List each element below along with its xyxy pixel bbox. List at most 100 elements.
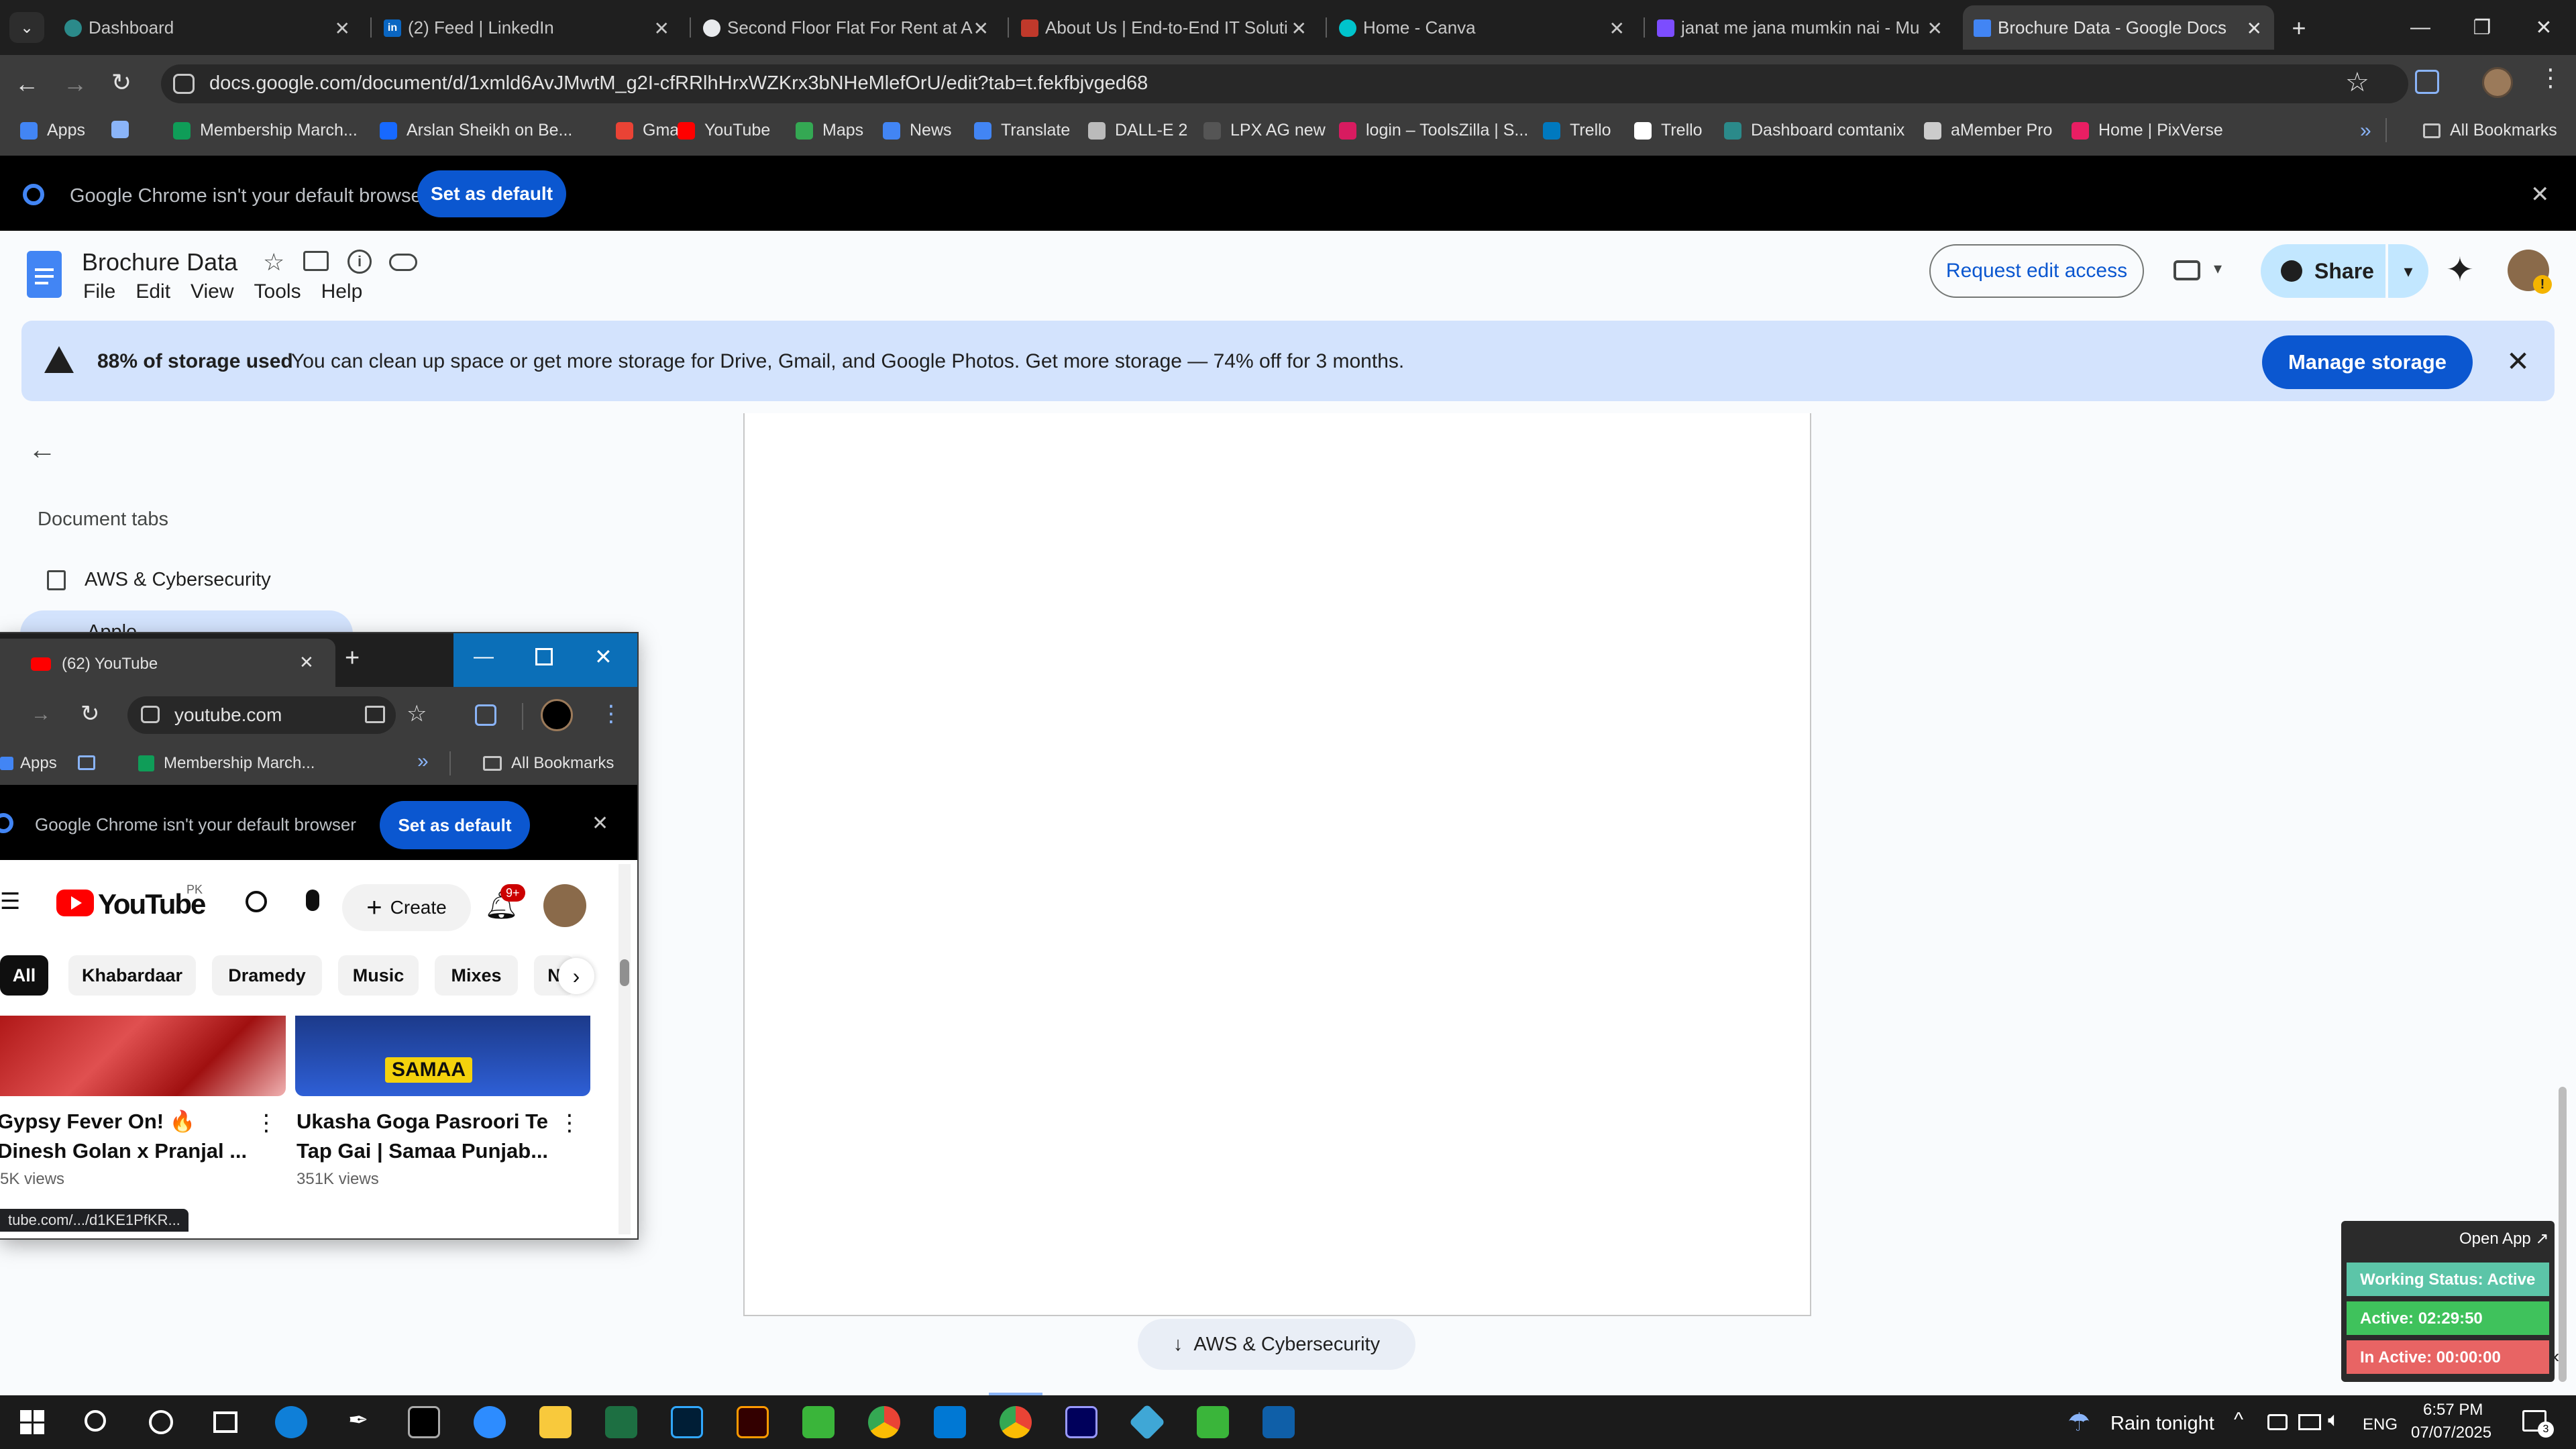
video-more-options-icon[interactable]: ⋮ <box>558 1110 581 1136</box>
tab-groups-icon[interactable] <box>78 755 95 770</box>
bookmark-item[interactable]: News <box>883 121 952 140</box>
task-view-icon[interactable] <box>213 1411 237 1433</box>
site-info-icon[interactable] <box>173 74 195 94</box>
illustrator-icon[interactable] <box>737 1406 769 1438</box>
bookmark-item[interactable]: Translate <box>974 121 1070 140</box>
bookmark-item[interactable]: LPX AG new <box>1203 121 1326 140</box>
show-hidden-icons-icon[interactable]: ^ <box>2234 1409 2243 1432</box>
browser-tab-canva[interactable]: Home - Canva ✕ <box>1328 5 1637 50</box>
extensions-icon[interactable] <box>475 704 496 726</box>
green-app-2-icon[interactable] <box>1197 1406 1229 1438</box>
bookmark-item[interactable]: login – ToolsZilla | S... <box>1339 121 1528 140</box>
terminal-icon[interactable] <box>408 1406 440 1438</box>
more-bookmarks-chevron-icon[interactable]: » <box>2360 119 2371 142</box>
edge-icon[interactable] <box>275 1406 307 1438</box>
bookmark-apps[interactable]: Apps <box>0 754 57 773</box>
yt-browser-tab[interactable]: (62) YouTube ✕ <box>0 639 335 687</box>
move-to-drive-icon[interactable] <box>303 251 329 271</box>
browser-tab-video[interactable]: janat me jana mumkin nai - Mu ✕ <box>1646 5 1955 50</box>
menu-help[interactable]: Help <box>321 280 363 303</box>
set-as-default-button[interactable]: Set as default <box>380 801 530 849</box>
chip-khabardaar[interactable]: Khabardaar <box>68 955 196 996</box>
maximize-icon[interactable] <box>535 648 553 665</box>
account-avatar[interactable]: ! <box>2508 250 2552 294</box>
close-tab-icon[interactable]: ✕ <box>654 17 669 40</box>
forward-arrow-icon[interactable]: → <box>31 703 51 726</box>
bookmark-item[interactable] <box>111 121 138 138</box>
minimize-window-button[interactable]: — <box>2390 0 2451 55</box>
search-icon[interactable] <box>246 891 267 912</box>
set-as-default-button[interactable]: Set as default <box>417 170 566 217</box>
video-thumbnail[interactable] <box>0 1016 286 1096</box>
site-info-icon[interactable] <box>141 706 160 723</box>
document-page[interactable] <box>743 413 1811 1316</box>
youtube-logo-icon[interactable] <box>56 890 94 916</box>
profile-avatar[interactable] <box>2482 67 2513 98</box>
bookmark-item[interactable]: aMember Pro <box>1924 121 2052 140</box>
chip-music[interactable]: Music <box>338 955 419 996</box>
meet-video-icon[interactable] <box>2174 260 2200 280</box>
create-button[interactable]: + Create <box>342 884 471 931</box>
close-tab-icon[interactable]: ✕ <box>335 17 350 40</box>
language-indicator[interactable]: ENG <box>2363 1415 2398 1434</box>
zoom-icon[interactable] <box>474 1406 506 1438</box>
chrome-active-icon[interactable] <box>1000 1406 1032 1438</box>
browser-tab-dashboard[interactable]: Dashboard ✕ <box>54 5 362 50</box>
file-explorer-icon[interactable] <box>539 1406 572 1438</box>
video-more-options-icon[interactable]: ⋮ <box>255 1110 278 1136</box>
open-app-link[interactable]: Open App ↗ <box>2459 1229 2549 1248</box>
request-edit-access-button[interactable]: Request edit access <box>1929 244 2144 298</box>
all-bookmarks-folder[interactable]: All Bookmarks <box>2423 121 2557 140</box>
manage-storage-button[interactable]: Manage storage <box>2262 335 2473 389</box>
video-thumbnail[interactable]: SAMAA <box>295 1016 590 1096</box>
bookmark-item[interactable]: DALL-E 2 <box>1088 121 1187 140</box>
google-docs-logo-icon[interactable] <box>27 251 62 298</box>
youtube-avatar[interactable] <box>543 884 586 927</box>
search-icon[interactable] <box>85 1410 106 1432</box>
document-title[interactable]: Brochure Data <box>82 248 237 276</box>
bookmark-item[interactable]: Trello <box>1634 121 1703 140</box>
more-menu-icon[interactable]: ⋮ <box>2538 66 2563 90</box>
vscode-icon[interactable] <box>934 1406 966 1438</box>
close-window-button[interactable]: ✕ <box>2513 0 2575 55</box>
extensions-icon[interactable] <box>2415 70 2439 94</box>
chip-mixes[interactable]: Mixes <box>435 955 518 996</box>
meet-dropdown-icon[interactable]: ▾ <box>2214 259 2222 278</box>
share-button[interactable]: Share <box>2261 244 2385 298</box>
bookmark-star-icon[interactable]: ☆ <box>407 700 427 727</box>
restore-window-button[interactable]: ❐ <box>2451 0 2513 55</box>
all-bookmarks-folder[interactable]: All Bookmarks <box>483 754 614 773</box>
bookmark-item[interactable]: Trello <box>1543 121 1611 140</box>
new-tab-button[interactable]: + <box>2284 13 2314 43</box>
video-title[interactable]: Gypsy Fever On! 🔥 Dinesh Golan x Pranjal… <box>0 1107 247 1166</box>
chips-scroll-right-icon[interactable]: › <box>558 958 594 994</box>
more-menu-icon[interactable]: ⋮ <box>600 700 623 727</box>
close-infobar-icon[interactable]: ✕ <box>2530 181 2550 208</box>
windows-start-icon[interactable] <box>20 1410 44 1434</box>
bookmark-item[interactable]: Dashboard comtanix <box>1724 121 1904 140</box>
video-title[interactable]: Ukasha Goga Pasroori Te Tap Gai | Samaa … <box>297 1107 548 1166</box>
youtube-browser-window[interactable]: (62) YouTube ✕ + — ✕ → ↻ youtube.com ☆ ⋮… <box>0 633 637 1238</box>
yt-scrollbar-thumb[interactable] <box>620 959 629 986</box>
bookmark-item[interactable]: Arslan Sheikh on Be... <box>380 121 572 140</box>
cortana-icon[interactable] <box>149 1410 173 1434</box>
close-tab-icon[interactable]: ✕ <box>1291 17 1307 40</box>
chip-dramedy[interactable]: Dramedy <box>212 955 322 996</box>
pen-tool-icon[interactable]: ✒ <box>342 1406 374 1438</box>
calculator-icon[interactable] <box>1263 1406 1295 1438</box>
install-app-icon[interactable] <box>365 706 385 723</box>
bookmark-item[interactable]: YouTube <box>678 121 770 140</box>
menu-file[interactable]: File <box>83 280 115 303</box>
photoshop-icon[interactable] <box>671 1406 703 1438</box>
bookmark-item[interactable]: Home | PixVerse <box>2072 121 2223 140</box>
tab-navigation-chip[interactable]: ↓ AWS & Cybersecurity <box>1138 1319 1415 1370</box>
weather-text[interactable]: Rain tonight <box>2110 1413 2214 1435</box>
close-window-icon[interactable]: ✕ <box>594 644 612 669</box>
yt-scrollbar[interactable] <box>619 864 631 1234</box>
clock-time[interactable]: 6:57 PM <box>2423 1401 2483 1419</box>
more-bookmarks-chevron-icon[interactable]: » <box>417 750 429 773</box>
back-arrow-icon[interactable]: ← <box>28 433 56 466</box>
excel-icon[interactable] <box>605 1406 637 1438</box>
reload-icon[interactable]: ↻ <box>80 700 100 727</box>
close-tab-icon[interactable]: ✕ <box>2247 17 2262 40</box>
